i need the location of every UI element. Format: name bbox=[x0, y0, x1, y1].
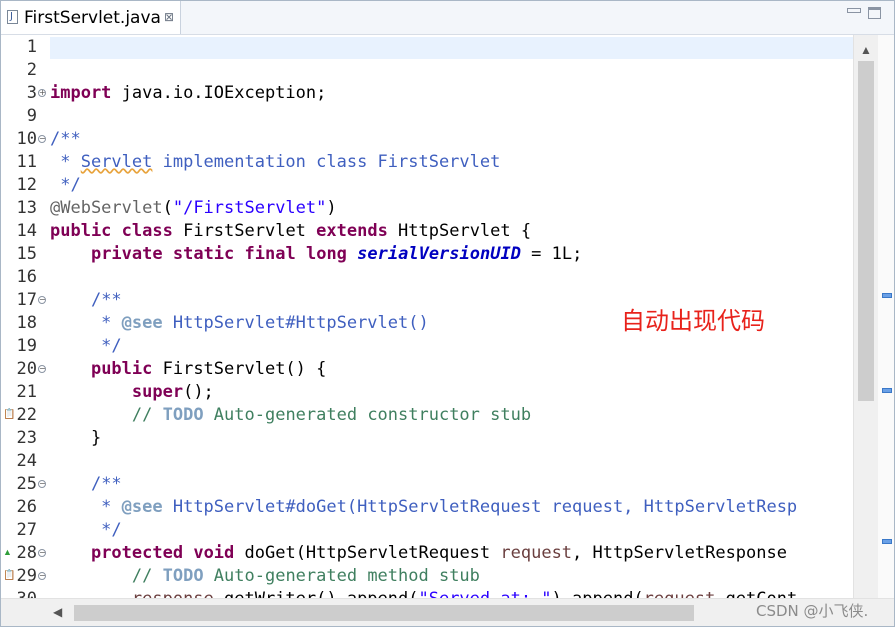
code-text: */ bbox=[50, 175, 81, 195]
code-text: super(); bbox=[131, 382, 214, 402]
code-line[interactable]: 30 response.getWriter().append("Served a… bbox=[1, 588, 853, 598]
code-line[interactable]: 25− /** bbox=[1, 473, 853, 496]
scroll-left-icon[interactable]: ◀ bbox=[53, 605, 62, 619]
code-line[interactable]: 27 */ bbox=[1, 519, 853, 542]
code-text: */ bbox=[50, 336, 122, 356]
line-number: 1 bbox=[26, 37, 37, 57]
code-line[interactable]: 2 bbox=[1, 59, 853, 82]
code-text: // TODO Auto-generated constructor stub bbox=[131, 405, 532, 425]
code-line[interactable]: 9 bbox=[1, 105, 853, 128]
code-text: */ bbox=[50, 520, 122, 540]
code-text: private static final long serialVersionU… bbox=[90, 244, 583, 264]
code-text: @WebServlet("/FirstServlet") bbox=[50, 198, 337, 218]
code-line[interactable]: 12 */ bbox=[1, 174, 853, 197]
collapse-fold-icon[interactable]: − bbox=[38, 135, 46, 143]
maximize-button[interactable] bbox=[868, 7, 881, 19]
code-text: public FirstServlet() { bbox=[90, 359, 327, 379]
code-line[interactable]: 16 bbox=[1, 266, 853, 289]
line-number: 12 bbox=[16, 175, 37, 195]
overview-marker[interactable] bbox=[882, 293, 892, 298]
code-line[interactable]: 23 } bbox=[1, 427, 853, 450]
line-number: 19 bbox=[16, 336, 37, 356]
tab-firstservlet-java[interactable]: FirstServlet.java ⊠ bbox=[1, 1, 181, 34]
editor-window: FirstServlet.java ⊠ 123+import java.io.I… bbox=[0, 0, 895, 627]
line-number: 26 bbox=[16, 497, 37, 517]
code-text: /** bbox=[90, 474, 122, 494]
tab-bar: FirstServlet.java ⊠ bbox=[1, 1, 894, 35]
code-text: * @see HttpServlet#doGet(HttpServletRequ… bbox=[50, 497, 798, 517]
overview-marker[interactable] bbox=[882, 388, 892, 393]
line-number: 10 bbox=[16, 129, 37, 149]
code-line[interactable]: 13 @WebServlet("/FirstServlet") bbox=[1, 197, 853, 220]
code-line[interactable]: 26 * @see HttpServlet#doGet(HttpServletR… bbox=[1, 496, 853, 519]
collapse-fold-icon[interactable]: − bbox=[38, 296, 46, 304]
code-line[interactable]: 10−/** bbox=[1, 128, 853, 151]
java-file-icon bbox=[7, 10, 18, 24]
code-text: response.getWriter().append("Served at: … bbox=[50, 588, 797, 598]
code-text: protected void doGet(HttpServletRequest … bbox=[90, 543, 787, 563]
code-line[interactable]: 21 super(); bbox=[1, 381, 853, 404]
overview-marker[interactable] bbox=[882, 539, 892, 544]
line-number: 16 bbox=[16, 267, 37, 287]
code-line[interactable]: 15 private static final long serialVersi… bbox=[1, 243, 853, 266]
line-number: 24 bbox=[16, 451, 37, 471]
vertical-scroll-thumb[interactable] bbox=[858, 61, 874, 401]
code-line[interactable]: 14 public class FirstServlet extends Http… bbox=[1, 220, 853, 243]
line-number: 13 bbox=[16, 198, 37, 218]
code-text: * Servlet implementation class FirstServ… bbox=[50, 152, 501, 172]
code-text: // TODO Auto-generated method stub bbox=[131, 566, 480, 586]
line-number: 25 bbox=[16, 474, 37, 494]
line-number: 23 bbox=[16, 428, 37, 448]
line-number: 18 bbox=[16, 313, 37, 333]
horizontal-scroll-thumb[interactable] bbox=[74, 605, 694, 621]
line-number: 21 bbox=[16, 382, 37, 402]
line-number: 17 bbox=[16, 290, 37, 310]
collapse-fold-icon[interactable]: − bbox=[38, 549, 46, 557]
code-line[interactable]: 1 bbox=[1, 36, 853, 59]
task-marker-icon[interactable]: 📋 bbox=[3, 409, 15, 420]
code-text: /** bbox=[50, 129, 81, 149]
minimize-button[interactable] bbox=[847, 8, 861, 13]
collapse-fold-icon[interactable]: − bbox=[38, 365, 46, 373]
code-text: public class FirstServlet extends HttpSe… bbox=[50, 221, 532, 241]
vertical-scrollbar[interactable]: ▲ bbox=[853, 35, 878, 598]
code-line[interactable]: 29− 📋 // TODO Auto-generated method stub bbox=[1, 565, 853, 588]
tab-title: FirstServlet.java bbox=[24, 8, 161, 28]
line-number: 3 bbox=[26, 83, 37, 103]
code-line[interactable]: 19 */ bbox=[1, 335, 853, 358]
code-line[interactable]: 22 📋 // TODO Auto-generated constructor s… bbox=[1, 404, 853, 427]
code-text: } bbox=[50, 428, 102, 448]
line-number: 11 bbox=[16, 152, 37, 172]
line-number: 2 bbox=[26, 60, 37, 80]
code-line[interactable]: 24 bbox=[1, 450, 853, 473]
line-number: 27 bbox=[16, 520, 37, 540]
override-marker-icon[interactable]: ▲ bbox=[3, 547, 12, 558]
code-text: import java.io.IOException; bbox=[50, 83, 327, 103]
close-icon[interactable]: ⊠ bbox=[164, 10, 174, 24]
code-line[interactable]: 3 + import java.io.IOException; bbox=[1, 82, 853, 105]
line-number: 15 bbox=[16, 244, 37, 264]
collapse-fold-icon[interactable]: − bbox=[38, 480, 46, 488]
code-line[interactable]: 11 * Servlet implementation class FirstS… bbox=[1, 151, 853, 174]
code-line[interactable]: 20− public FirstServlet() { bbox=[1, 358, 853, 381]
expand-fold-icon[interactable]: + bbox=[38, 89, 46, 97]
scroll-up-icon[interactable]: ▲ bbox=[860, 43, 872, 57]
annotation-label: 自动出现代码 bbox=[621, 307, 765, 335]
code-text: * @see HttpServlet#HttpServlet() bbox=[50, 313, 429, 333]
line-number: 20 bbox=[16, 359, 37, 379]
line-number: 14 bbox=[16, 221, 37, 241]
task-marker-icon[interactable]: 📋 bbox=[3, 570, 15, 581]
code-line[interactable]: 28− ▲ protected void doGet(HttpServletReq… bbox=[1, 542, 853, 565]
watermark: CSDN @小飞侠. bbox=[756, 602, 869, 620]
overview-ruler bbox=[878, 35, 894, 598]
line-number: 30 bbox=[1, 588, 37, 598]
collapse-fold-icon[interactable]: − bbox=[38, 572, 46, 580]
line-number: 9 bbox=[26, 106, 37, 126]
code-text: /** bbox=[90, 290, 122, 310]
